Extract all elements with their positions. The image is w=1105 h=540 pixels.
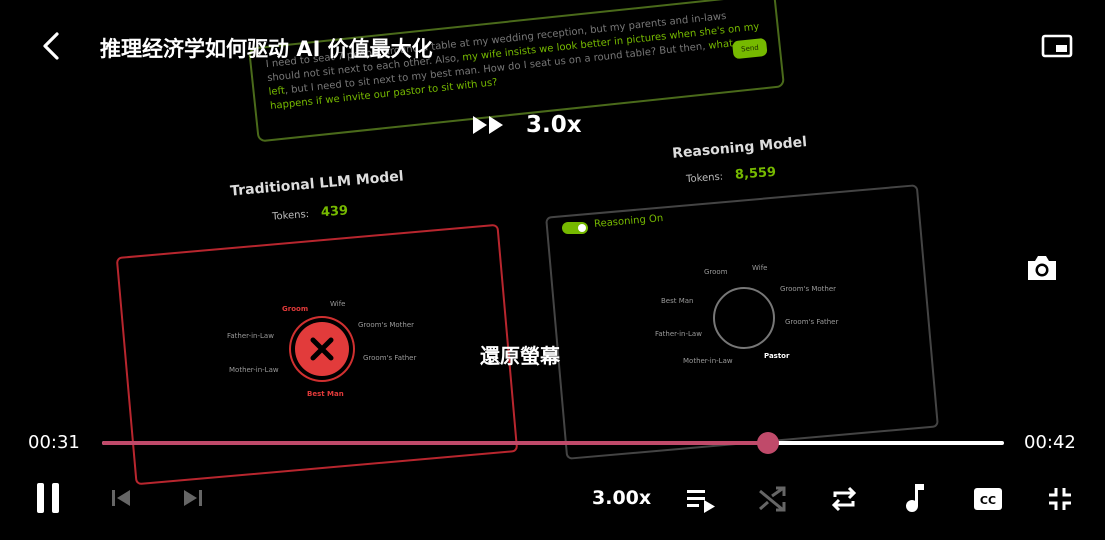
seat-label: Pastor [764,352,790,360]
seat-label: Groom [704,268,728,276]
music-note-icon[interactable] [902,482,928,514]
fail-x-icon [295,322,349,376]
send-button: Send [732,37,768,60]
reasoning-toggle [562,222,588,234]
seat-label: Mother-in-Law [683,357,733,365]
left-tokens: Tokens: 439 [271,203,349,223]
video-frame[interactable]: I need to seat 7 people around a table a… [0,0,1105,540]
playback-speed-button[interactable]: 3.00x [592,487,651,509]
seat-label: Groom's Father [363,354,417,362]
progress-thumb[interactable] [756,432,779,454]
restore-screen-button[interactable]: 還原螢幕 [480,340,560,369]
playlist-icon[interactable] [684,484,718,514]
exit-fullscreen-icon[interactable] [1044,484,1076,514]
svg-text:CC: CC [980,494,996,507]
repeat-icon[interactable] [828,484,860,514]
table-ring [713,287,775,349]
progress-bar[interactable] [102,432,1004,454]
seat-label: Father-in-Law [227,332,274,340]
picture-in-picture-icon[interactable] [1040,32,1074,60]
seat-label: Best Man [661,297,694,305]
back-arrow-icon[interactable] [36,30,68,62]
seat-label: Wife [330,300,346,308]
right-model-title: Reasoning Model [671,134,808,162]
skip-previous-icon[interactable] [108,486,134,510]
seat-label: Best Man [307,390,344,398]
skip-next-icon[interactable] [180,486,206,510]
seat-label: Groom's Father [785,318,839,326]
speed-indicator-label: 3.0x [526,112,582,138]
seat-label: Wife [752,264,768,272]
shuffle-icon[interactable] [756,484,788,514]
closed-captions-icon[interactable]: CC [972,484,1004,514]
video-title: 推理经济学如何驱动 AI 价值最大化 [100,37,433,61]
seat-label: Mother-in-Law [229,366,279,374]
seat-label: Groom's Mother [780,285,837,293]
seat-label: Groom's Mother [358,321,415,329]
right-tokens: Tokens: 8,559 [685,164,777,186]
seat-label: Father-in-Law [655,330,702,338]
fast-forward-icon [473,116,503,134]
total-time: 00:42 [1024,432,1076,453]
seat-label: Groom [282,305,309,313]
current-time: 00:31 [28,432,80,453]
camera-icon[interactable] [1024,252,1060,284]
progress-played [102,441,768,445]
left-model-title: Traditional LLM Model [229,168,405,200]
speed-indicator: 3.0x [472,112,582,138]
pause-icon[interactable] [30,480,66,516]
